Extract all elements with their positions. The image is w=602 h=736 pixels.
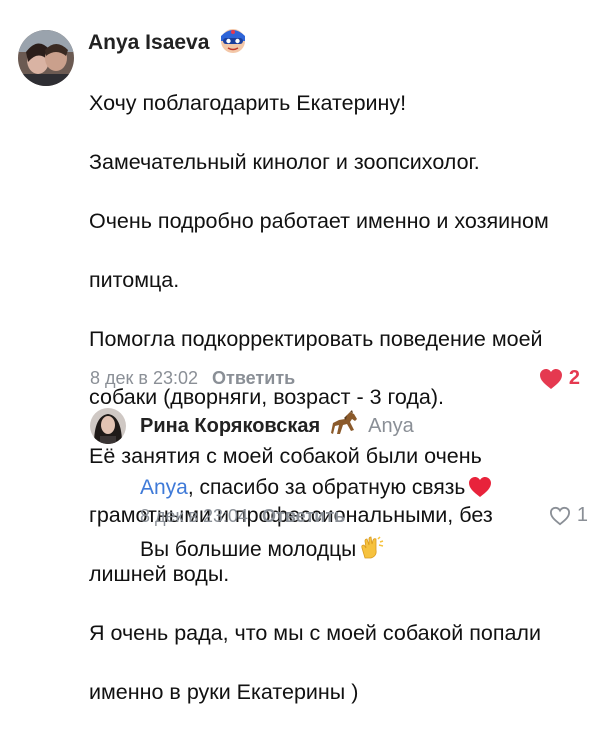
reply-button[interactable]: Ответить [262, 506, 345, 527]
horse-icon [330, 409, 360, 443]
like-button[interactable]: 1 [549, 504, 588, 527]
comment-line: Хочу поблагодарить Екатерину! [89, 91, 407, 116]
comment-line: Помогла подкорректировать поведение моей [89, 326, 543, 351]
comment-line: Замечательный кинолог и зоопсихолог. [89, 150, 480, 175]
avatar[interactable] [90, 408, 126, 444]
superhero-mask-icon [219, 27, 247, 60]
author-name[interactable]: Рина Коряковская [140, 415, 320, 438]
comment-text: , спасибо за обратную связь [187, 476, 466, 499]
like-count: 2 [568, 367, 580, 389]
reply-button[interactable]: Ответить [212, 368, 295, 389]
heart-icon [539, 368, 562, 389]
author-name[interactable]: Anya Isaeva [88, 31, 209, 55]
like-button[interactable]: 2 [539, 367, 580, 390]
comment-date[interactable]: 8 дек в 23:02 [90, 368, 198, 389]
reply-to-name[interactable]: Anya [368, 415, 414, 438]
comment-line: Anya, спасибо за обратную связь [140, 473, 590, 506]
like-count: 1 [576, 504, 588, 526]
mention-link[interactable]: Anya [140, 476, 188, 499]
comment-text: Вы большие молодцы [140, 538, 357, 561]
red-heart-icon [468, 476, 492, 506]
avatar[interactable] [18, 30, 74, 86]
comment-body: Хочу поблагодарить Екатерину! Замечатель… [89, 60, 594, 736]
comment-date[interactable]: 8 дек в 23:04 [140, 506, 248, 527]
comment-line: Очень подробно работает именно и хозяино… [89, 209, 549, 234]
heart-outline-icon [549, 506, 570, 525]
comment-line: питомца. [89, 267, 180, 292]
clapping-hands-icon [359, 536, 385, 568]
comment-line: именно в руки Екатерины ) [89, 679, 359, 704]
comment-line: Я очень рада, что мы с моей собакой попа… [89, 620, 541, 645]
